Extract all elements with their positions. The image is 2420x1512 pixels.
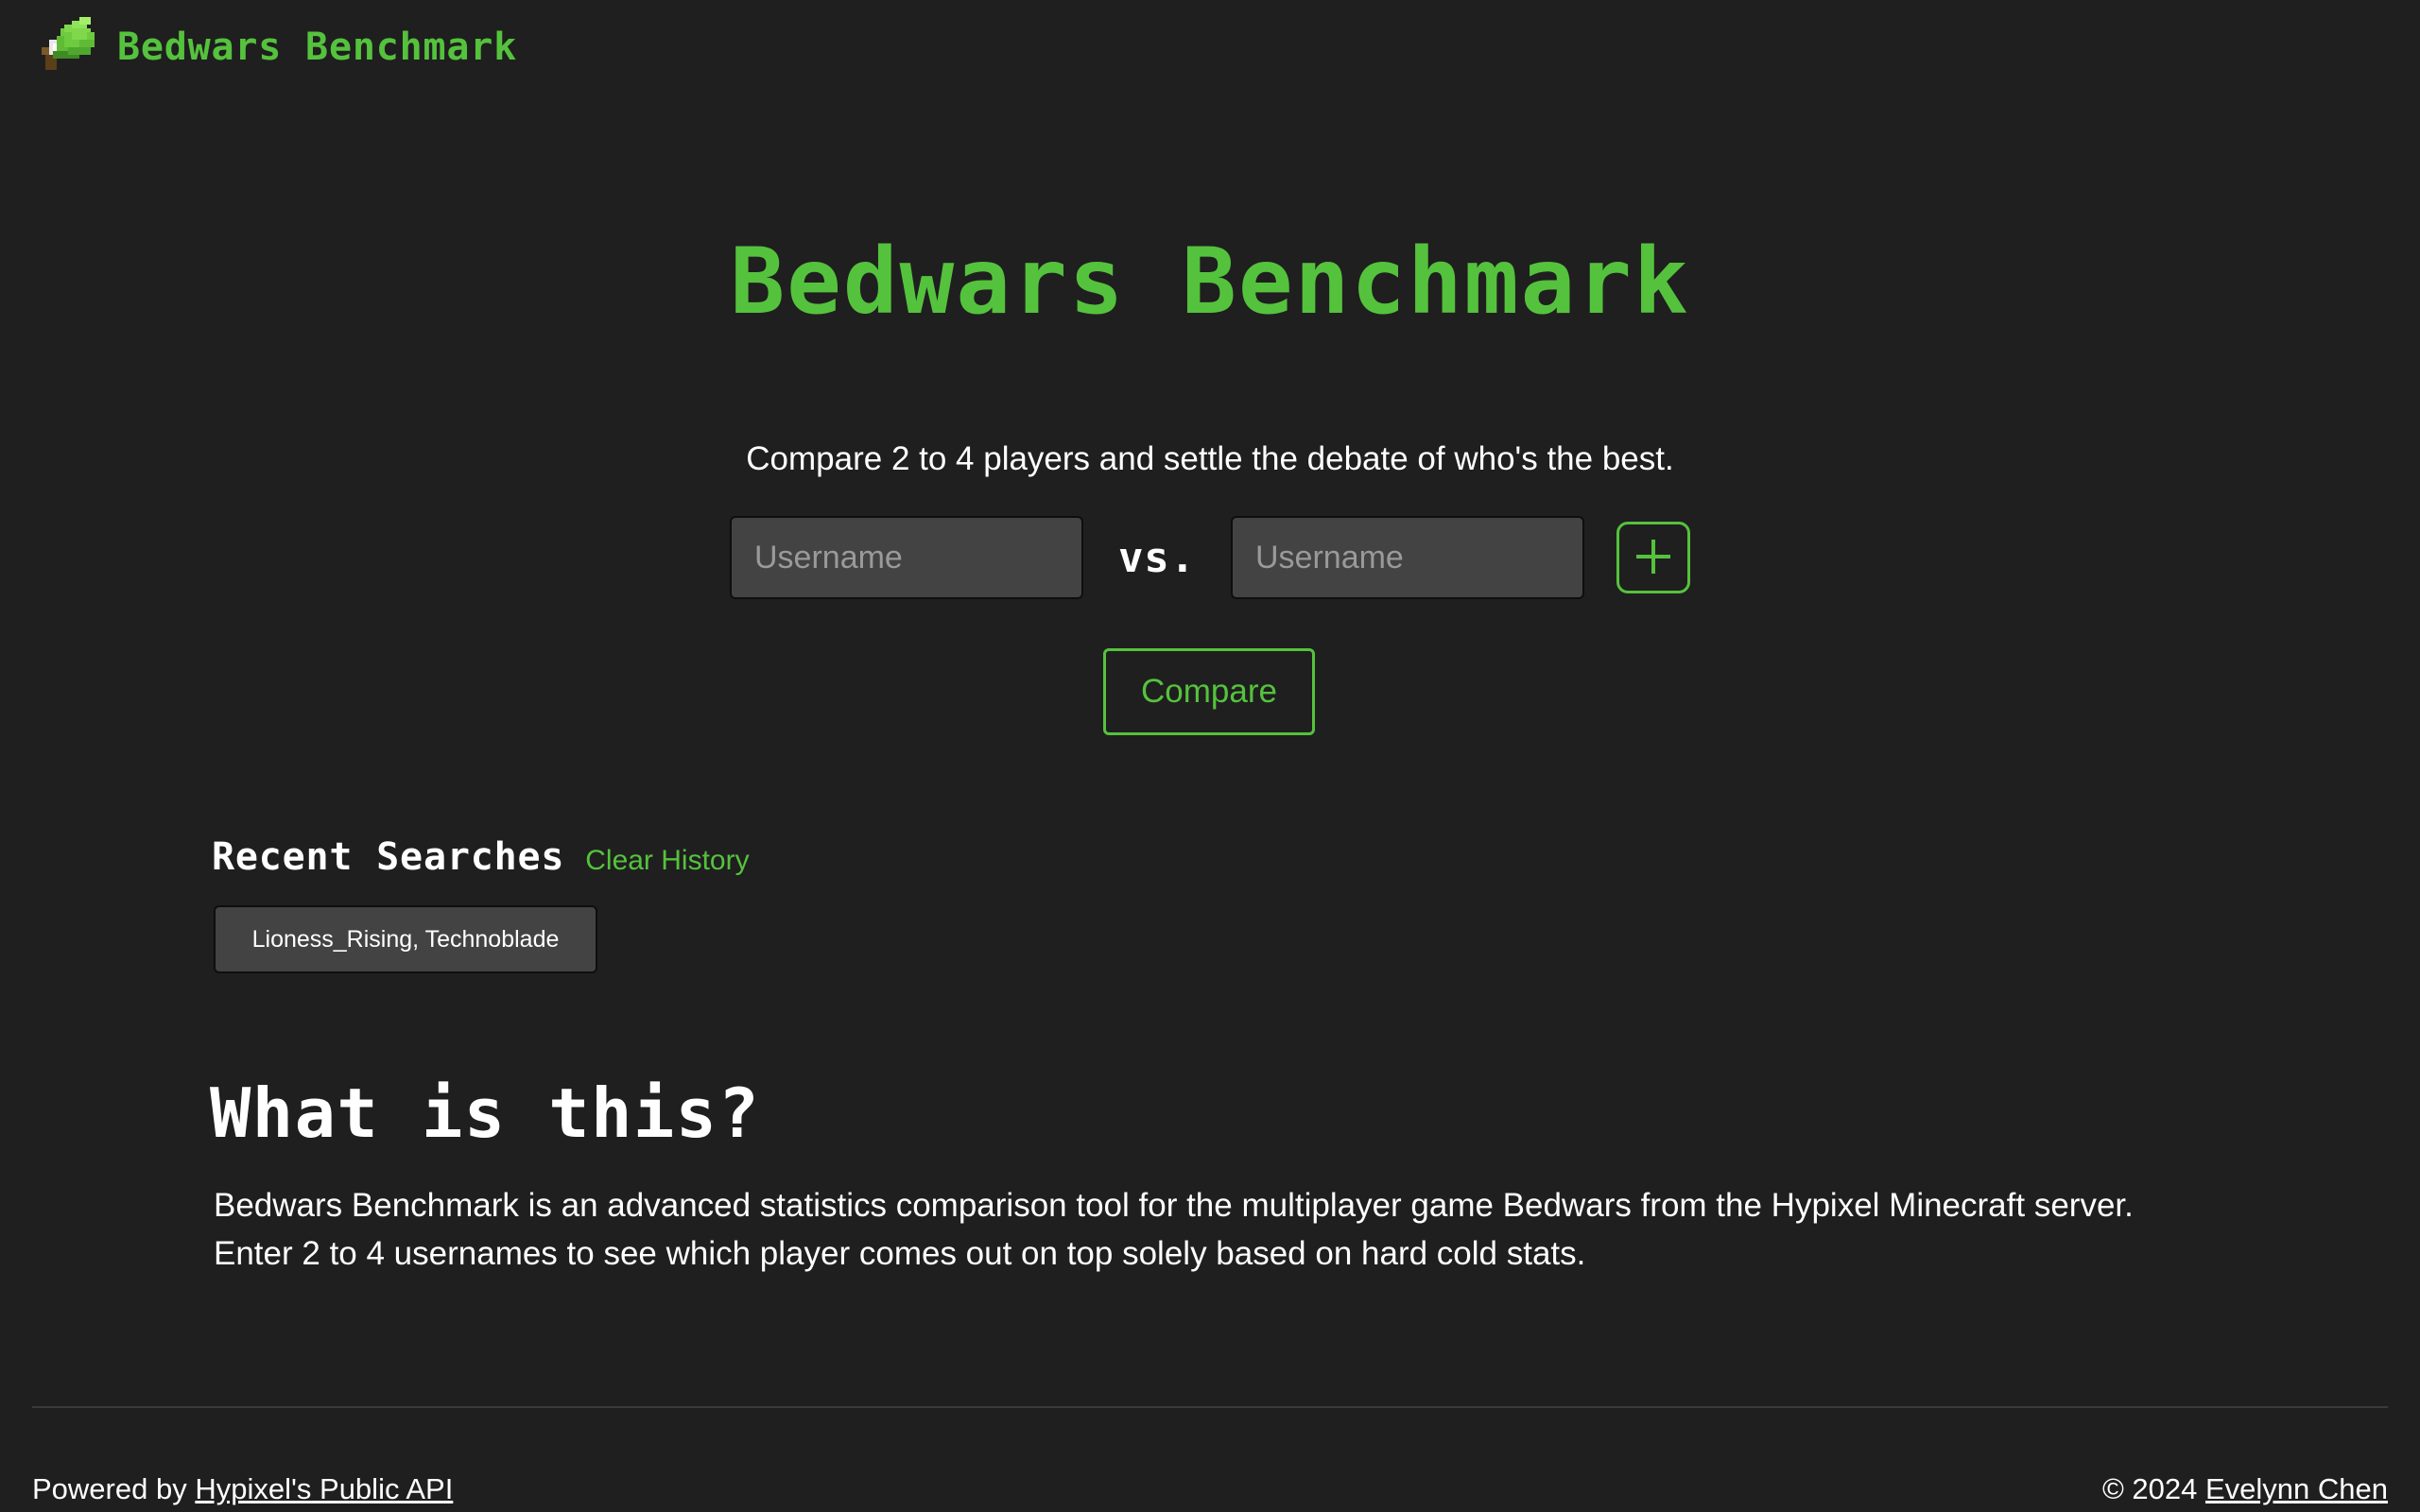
footer-divider: [32, 1406, 2388, 1408]
tagline: Compare 2 to 4 players and settle the de…: [746, 440, 1674, 477]
copyright-label: © 2024: [2101, 1472, 2198, 1505]
recent-searches-header: Recent Searches Clear History: [212, 835, 750, 879]
footer-powered-by: Powered by Hypixel's Public API: [32, 1472, 453, 1506]
username-input-1[interactable]: [730, 516, 1083, 599]
recent-search-item[interactable]: Lioness_Rising, Technoblade: [214, 905, 597, 973]
recent-searches-title: Recent Searches: [212, 835, 565, 879]
footer-copyright: © 2024 Evelynn Chen: [2102, 1472, 2388, 1506]
vs-label: vs.: [1117, 533, 1197, 582]
plus-icon: [1633, 536, 1674, 580]
about-description: Bedwars Benchmark is an advanced statist…: [214, 1181, 2246, 1278]
compare-form: vs.: [730, 516, 1690, 599]
clear-history-link[interactable]: Clear History: [585, 845, 749, 877]
about-line-1: Bedwars Benchmark is an advanced statist…: [214, 1187, 2134, 1224]
about-title: What is this?: [210, 1074, 761, 1153]
powered-by-label: Powered by: [32, 1472, 187, 1505]
minecraft-bed-icon[interactable]: [34, 13, 102, 81]
compare-button[interactable]: Compare: [1103, 648, 1315, 735]
site-header: Bedwars Benchmark: [34, 9, 517, 85]
username-input-2[interactable]: [1231, 516, 1584, 599]
about-line-2: Enter 2 to 4 usernames to see which play…: [214, 1235, 1586, 1272]
brand-title[interactable]: Bedwars Benchmark: [117, 26, 517, 69]
page-title: Bedwars Benchmark: [730, 229, 1690, 335]
hypixel-api-link[interactable]: Hypixel's Public API: [195, 1472, 453, 1505]
add-player-button[interactable]: [1616, 522, 1690, 593]
author-link[interactable]: Evelynn Chen: [2205, 1472, 2388, 1505]
